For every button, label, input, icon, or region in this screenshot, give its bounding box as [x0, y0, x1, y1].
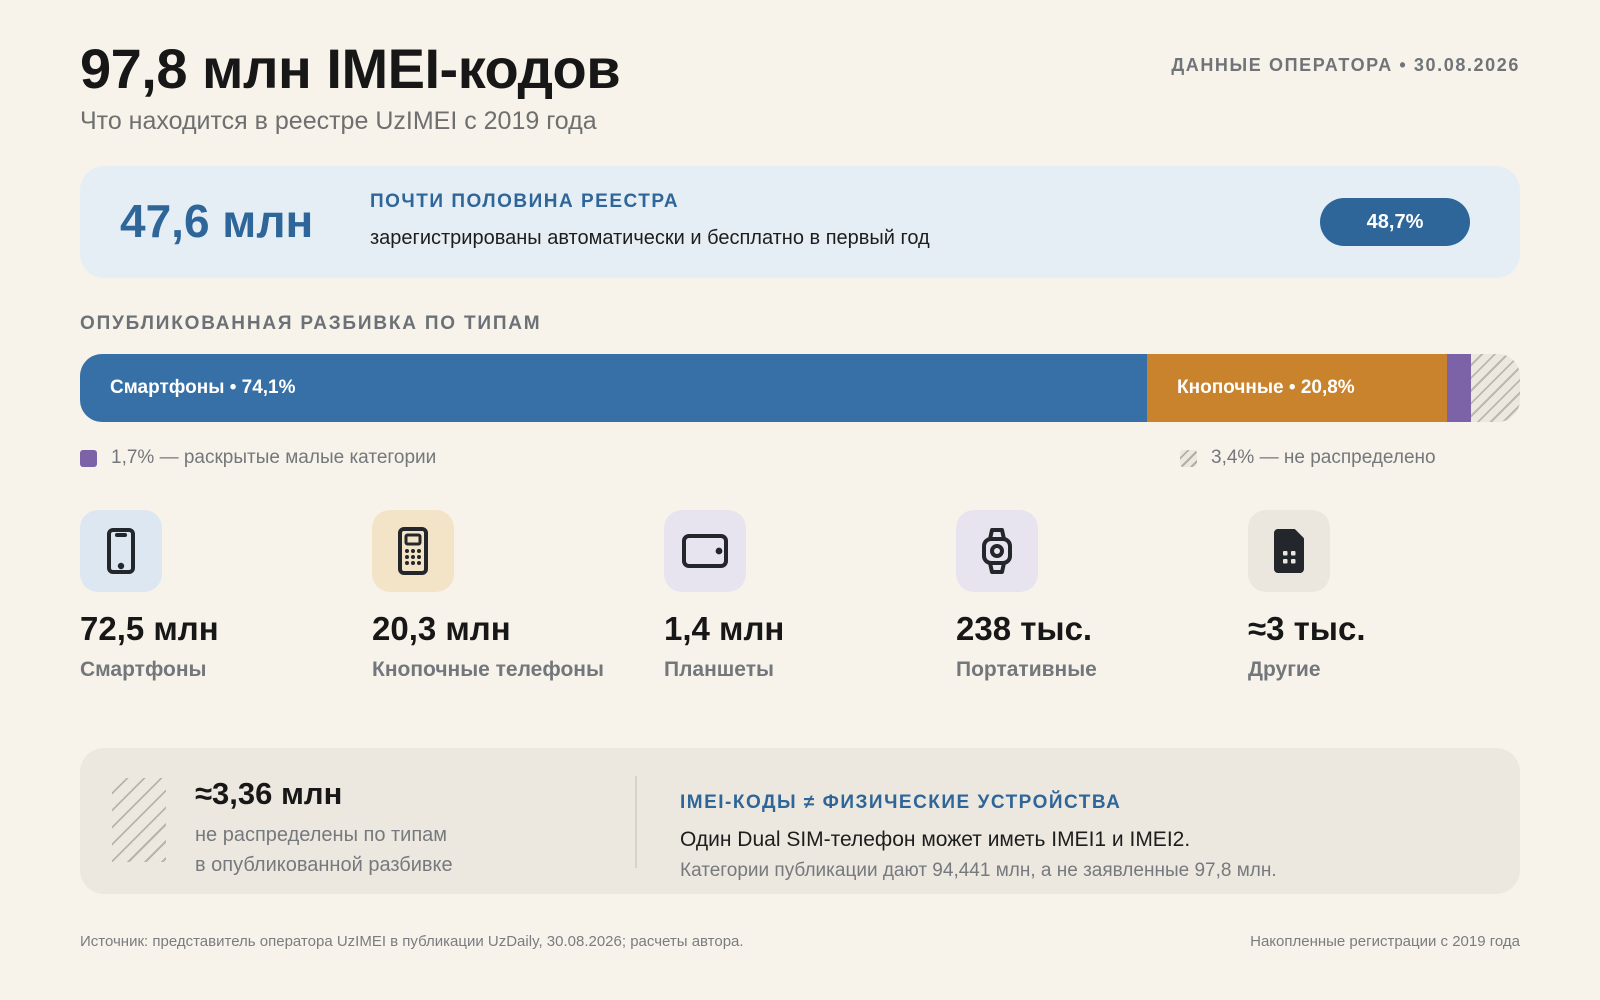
- highlight-band: 47,6 млн ПОЧТИ ПОЛОВИНА РЕЕСТРА зарегист…: [80, 166, 1520, 278]
- caveat-text: Один Dual SIM-телефон может иметь IMEI1 …: [680, 828, 1191, 851]
- tile-value: 238 тыс.: [956, 610, 1093, 647]
- tile-value: ≈3 тыс.: [1248, 610, 1366, 647]
- footer-note: Накопленные регистрации с 2019 года: [1250, 933, 1520, 950]
- tile-value: 72,5 млн: [80, 610, 219, 647]
- unallocated-note-line: не распределены по типам: [195, 824, 448, 846]
- tile-tablets: 1,4 млн Планшеты: [664, 510, 944, 682]
- tile-value: 20,3 млн: [372, 610, 511, 647]
- smartphone-icon: [80, 510, 162, 592]
- unallocated-note: не распределены по типам в опубликованно…: [195, 820, 555, 880]
- tile-label: Портативные: [956, 658, 1097, 681]
- legend-small-categories: 1,7% — раскрытые малые категории: [80, 447, 436, 469]
- category-tiles: 72,5 млн Смартфоны 20,3 млн Кнопочные те…: [80, 510, 1520, 690]
- smartwatch-icon: [956, 510, 1038, 592]
- caveat-heading: IMEI-КОДЫ ≠ ФИЗИЧЕСКИЕ УСТРОЙСТВА: [680, 792, 1122, 813]
- unallocated-value: ≈3,36 млн: [195, 776, 343, 811]
- infographic: 97,8 млн IMEI-кодов Что находится в реес…: [80, 0, 1520, 1000]
- breakdown-heading: ОПУБЛИКОВАННАЯ РАЗБИВКА ПО ТИПАМ: [80, 313, 542, 334]
- tile-value: 1,4 млн: [664, 610, 785, 647]
- legend-unallocated-label: 3,4% — не распределено: [1211, 447, 1436, 468]
- caveat-subtext: Категории публикации дают 94,441 млн, а …: [680, 860, 1277, 881]
- feature-phone-icon: [372, 510, 454, 592]
- bar-segment-label-smartphones: Смартфоны • 74,1%: [110, 377, 296, 398]
- highlight-number: 47,6 млн: [120, 195, 314, 247]
- tile-label: Другие: [1248, 658, 1321, 681]
- breakdown-bar: Смартфоны • 74,1% Кнопочные • 20,8%: [80, 354, 1520, 422]
- highlight-description: зарегистрированы автоматически и бесплат…: [370, 227, 930, 249]
- tile-other: ≈3 тыс. Другие: [1248, 510, 1528, 682]
- tablet-icon: [664, 510, 746, 592]
- legend-unallocated: 3,4% — не распределено: [1180, 447, 1436, 469]
- page-title: 97,8 млн IMEI-кодов: [80, 37, 621, 100]
- tile-label: Планшеты: [664, 658, 774, 681]
- tile-label: Смартфоны: [80, 658, 207, 681]
- highlight-percent-badge: 48,7%: [1320, 198, 1470, 246]
- tile-label: Кнопочные телефоны: [372, 658, 604, 681]
- hatch-pattern-icon: [112, 778, 166, 862]
- divider: [635, 776, 637, 868]
- unallocated-note-line: в опубликованной разбивке: [195, 854, 453, 876]
- bar-segment-feature-phones: Кнопочные • 20,8%: [1147, 354, 1447, 422]
- legend-small-label: 1,7% — раскрытые малые категории: [111, 447, 437, 468]
- page-subtitle: Что находится в реестре UzIMEI с 2019 го…: [80, 107, 597, 135]
- notes-band: ≈3,36 млн не распределены по типам в опу…: [80, 748, 1520, 894]
- bar-segment-unallocated: [1471, 354, 1520, 422]
- legend-swatch-purple: [80, 449, 97, 467]
- tile-wearables: 238 тыс. Портативные: [956, 510, 1236, 682]
- tile-feature-phones: 20,3 млн Кнопочные телефоны: [372, 510, 652, 682]
- highlight-heading: ПОЧТИ ПОЛОВИНА РЕЕСТРА: [370, 191, 680, 212]
- sim-card-icon: [1248, 510, 1330, 592]
- footer-source: Источник: представитель оператора UzIMEI…: [80, 933, 744, 950]
- data-source-date: ДАННЫЕ ОПЕРАТОРА • 30.08.2026: [1171, 55, 1520, 75]
- bar-segment-small-categories: [1446, 354, 1472, 422]
- bar-segment-label-feature-phones: Кнопочные • 20,8%: [1177, 377, 1355, 398]
- bar-segment-smartphones: Смартфоны • 74,1%: [80, 354, 1148, 422]
- legend-swatch-hatched: [1180, 449, 1197, 467]
- tile-smartphones: 72,5 млн Смартфоны: [80, 510, 360, 682]
